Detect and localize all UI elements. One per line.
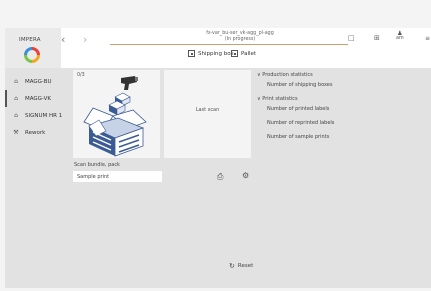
packing-illustration — [83, 76, 147, 157]
shipping-box-icon — [188, 50, 195, 57]
statistics-panel: ∨ Production statistics Number of shippi… — [257, 72, 334, 148]
production-statistics-label: Production statistics — [262, 72, 313, 78]
sidebar: ⌂ MAGG-BU ⌂ MAGG-VK ⌂ SIGNUM HR 1 ⚒ Rewo… — [5, 73, 67, 141]
user-menu[interactable]: ♟ am — [396, 31, 404, 42]
process-status: (In progress) — [224, 37, 256, 42]
reset-button[interactable]: ↻ Reset — [229, 262, 253, 270]
tab-shipping-box[interactable]: Shipping box — [188, 50, 234, 57]
book-icon[interactable]: □ — [348, 34, 355, 42]
sidebar-item-signum-hr-1[interactable]: ⌂ SIGNUM HR 1 — [5, 107, 67, 124]
printer-icon[interactable]: ⎙ — [217, 172, 223, 182]
sidebar-item-label: Rework — [25, 129, 46, 136]
chevron-down-icon: ∨ — [257, 72, 261, 78]
reset-icon: ↻ — [229, 262, 235, 270]
pack-card: 0/3 — [73, 70, 160, 158]
app-window: IMPERA ‹ › fs-var_bu-ser_vk-agg_pl-agg (… — [5, 28, 431, 288]
tab-pallet-label: Pallet — [241, 50, 257, 57]
top-bar: IMPERA ‹ › fs-var_bu-ser_vk-agg_pl-agg (… — [5, 28, 431, 68]
back-chevron-icon[interactable]: ‹ — [61, 33, 65, 46]
brand-ring-icon — [24, 47, 40, 63]
menu-icon[interactable]: ≡ — [425, 35, 430, 42]
sample-print-input[interactable] — [73, 171, 162, 182]
scan-bundle-label: Scan bundle, pack — [74, 162, 120, 168]
tree-icon[interactable]: ⊞ — [374, 34, 380, 42]
title-divider — [110, 44, 348, 45]
pallet-icon — [231, 50, 238, 57]
stat-sample-prints: Number of sample prints — [267, 134, 330, 140]
chevron-down-icon: ∨ — [257, 96, 261, 102]
brand-name: IMPERA — [19, 37, 41, 43]
rework-icon: ⚒ — [13, 129, 19, 136]
sidebar-item-label: MAGG-VK — [25, 95, 51, 102]
forward-chevron-icon[interactable]: › — [83, 33, 87, 46]
station-icon: ⌂ — [14, 78, 18, 85]
last-scan-card: Last scan — [164, 70, 251, 158]
gear-icon[interactable]: ⚙ — [242, 171, 249, 180]
sidebar-item-magg-vk[interactable]: ⌂ MAGG-VK — [5, 90, 67, 107]
print-statistics-label: Print statistics — [262, 96, 298, 102]
tab-pallet[interactable]: Pallet — [231, 50, 256, 57]
stat-printed-labels: Number of printed labels — [267, 106, 330, 112]
sidebar-item-label: SIGNUM HR 1 — [25, 112, 63, 119]
station-icon: ⌂ — [14, 112, 18, 119]
user-label: am — [396, 36, 404, 41]
reset-label: Reset — [237, 263, 254, 269]
scanner-icon — [121, 76, 138, 90]
production-statistics-header[interactable]: ∨ Production statistics — [257, 72, 334, 79]
brand-logo[interactable]: IMPERA — [5, 28, 61, 68]
last-scan-label: Last scan — [195, 107, 220, 113]
shipping-box-icon — [83, 107, 147, 157]
stat-reprinted-labels: Number of reprinted labels — [267, 120, 335, 126]
sidebar-item-rework[interactable]: ⚒ Rework — [5, 124, 67, 141]
stat-shipping-boxes: Number of shipping boxes — [267, 82, 333, 88]
process-title: fs-var_bu-ser_vk-agg_pl-agg (In progress… — [155, 31, 325, 43]
print-statistics-header[interactable]: ∨ Print statistics — [257, 96, 334, 103]
station-icon: ⌂ — [14, 95, 18, 102]
sidebar-item-magg-bu[interactable]: ⌂ MAGG-BU — [5, 73, 67, 90]
sidebar-item-label: MAGG-BU — [25, 78, 52, 85]
tab-shipping-box-label: Shipping box — [198, 50, 234, 57]
